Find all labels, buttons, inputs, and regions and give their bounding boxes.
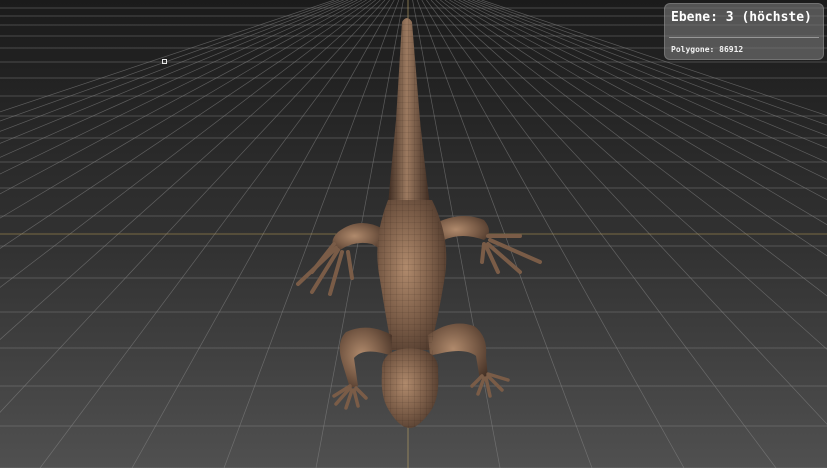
- cursor-square-icon: [162, 59, 167, 64]
- polygon-count-label: Polygone: 86912: [671, 45, 744, 54]
- subdivision-info-panel: Ebene: 3 (höchste) Polygone: 86912: [664, 3, 824, 60]
- viewport-scene[interactable]: [0, 0, 827, 468]
- 3d-viewport[interactable]: Ebene: 3 (höchste) Polygone: 86912: [0, 0, 827, 468]
- panel-divider: [669, 37, 819, 38]
- subdivision-level-label: Ebene: 3 (höchste): [671, 10, 812, 25]
